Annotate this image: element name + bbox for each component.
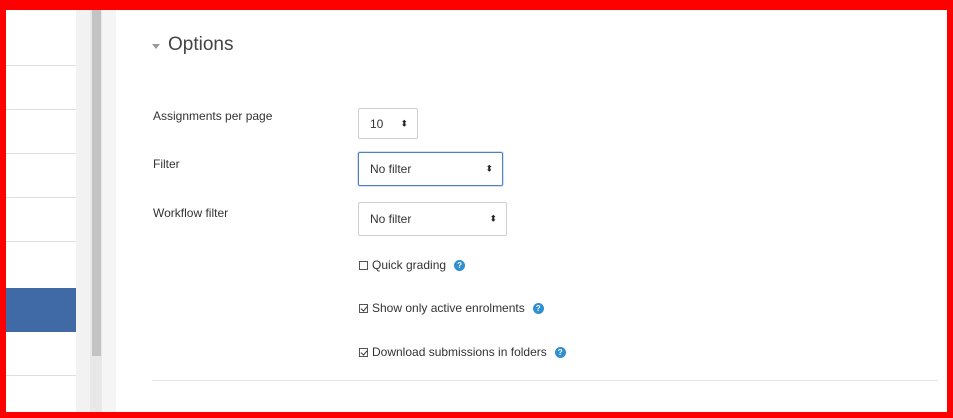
- download-in-folders-label: Download submissions in folders: [372, 345, 547, 359]
- filter-select[interactable]: No filter ⬍: [358, 152, 503, 186]
- workflow-filter-select[interactable]: No filter ⬍: [358, 202, 507, 236]
- question-circle-icon[interactable]: ?: [532, 302, 544, 314]
- checkbox-checked[interactable]: [359, 347, 368, 357]
- select-arrows-icon: ⬍: [400, 118, 408, 128]
- nav-item-active[interactable]: [6, 288, 76, 332]
- select-arrows-icon: ⬍: [489, 213, 497, 224]
- show-active-enrolments-checkbox[interactable]: Show only active enrolments ?: [359, 301, 544, 315]
- nav-item[interactable]: [6, 332, 76, 376]
- section-divider: [152, 380, 938, 381]
- options-panel: Options Assignments per page 10 ⬍ Filter…: [116, 10, 947, 418]
- quick-grading-label: Quick grading: [372, 258, 447, 272]
- nav-item[interactable]: [6, 10, 76, 66]
- show-active-enrolments-label: Show only active enrolments: [372, 301, 525, 315]
- nav-item[interactable]: [6, 110, 76, 154]
- assignments-per-page-select[interactable]: 10 ⬍: [358, 108, 418, 139]
- nav-item[interactable]: [6, 154, 76, 198]
- content-gutter: [102, 10, 116, 418]
- scrollbar-thumb[interactable]: [92, 10, 101, 356]
- options-section-toggle[interactable]: Options: [152, 34, 233, 56]
- question-circle-icon[interactable]: ?: [554, 346, 566, 358]
- download-in-folders-checkbox[interactable]: Download submissions in folders ?: [359, 345, 566, 359]
- caret-down-icon: [152, 43, 160, 49]
- assignments-per-page-label: Assignments per page: [153, 109, 273, 123]
- left-navigation: [6, 10, 76, 418]
- filter-value: No filter: [370, 162, 412, 176]
- gutter: [76, 10, 90, 418]
- select-arrows-icon: ⬍: [485, 163, 493, 174]
- workflow-filter-value: No filter: [370, 212, 412, 226]
- filter-label: Filter: [153, 157, 180, 171]
- assignments-per-page-value: 10: [370, 116, 384, 131]
- question-circle-icon[interactable]: ?: [454, 259, 466, 271]
- checkbox-unchecked[interactable]: [359, 260, 368, 270]
- checkbox-checked[interactable]: [359, 303, 368, 313]
- nav-item[interactable]: [6, 198, 76, 242]
- section-title: Options: [168, 34, 234, 55]
- nav-item[interactable]: [6, 66, 76, 110]
- workflow-filter-label: Workflow filter: [153, 206, 229, 220]
- quick-grading-checkbox[interactable]: Quick grading ?: [359, 258, 466, 272]
